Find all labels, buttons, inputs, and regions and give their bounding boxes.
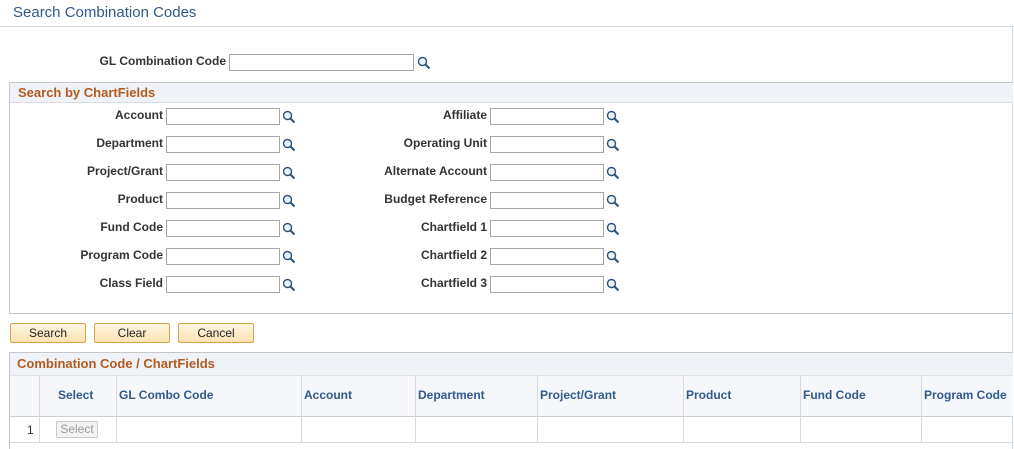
department-lookup-icon[interactable] (282, 138, 296, 152)
chartfield-1-lookup-icon[interactable] (606, 222, 620, 236)
col-divider (921, 375, 922, 443)
operating-unit-lookup-icon[interactable] (606, 138, 620, 152)
col-divider (683, 375, 684, 443)
fund-code-input[interactable] (166, 220, 280, 237)
department-input[interactable] (166, 136, 280, 153)
col-header-program-code[interactable]: Program Code (924, 388, 1007, 402)
field-label-operating-unit: Operating Unit (403, 136, 487, 150)
alternate-account-input[interactable] (490, 164, 604, 181)
gl-combo-label: GL Combination Code (99, 54, 226, 68)
account-lookup-icon[interactable] (282, 110, 296, 124)
field-label-affiliate: Affiliate (442, 108, 487, 122)
col-header-fund-code[interactable]: Fund Code (803, 388, 866, 402)
title-divider (0, 26, 1014, 27)
field-label-chartfield-1: Chartfield 1 (420, 220, 487, 234)
col-divider (415, 375, 416, 443)
alternate-account-lookup-icon[interactable] (606, 166, 620, 180)
row-select-button[interactable]: Select (56, 421, 98, 438)
gl-combo-lookup-icon[interactable] (417, 56, 431, 70)
row-divider (10, 442, 1013, 443)
affiliate-input[interactable] (490, 108, 604, 125)
field-label-chartfield-3: Chartfield 3 (420, 276, 487, 290)
chartfield-2-lookup-icon[interactable] (606, 250, 620, 264)
affiliate-lookup-icon[interactable] (606, 110, 620, 124)
col-header-product[interactable]: Product (686, 388, 731, 402)
cancel-button[interactable]: Cancel (178, 323, 254, 343)
class-field-lookup-icon[interactable] (282, 278, 296, 292)
program-code-input[interactable] (166, 248, 280, 265)
page-title: Search Combination Codes (13, 4, 197, 21)
col-divider (537, 375, 538, 443)
row-number: 1 (27, 423, 34, 437)
col-header-account[interactable]: Account (304, 388, 352, 402)
class-field-input[interactable] (166, 276, 280, 293)
account-input[interactable] (166, 108, 280, 125)
col-divider (116, 375, 117, 443)
chartfield-section-title: Search by ChartFields (18, 85, 156, 100)
search-button[interactable]: Search (10, 323, 86, 343)
field-label-fund-code: Fund Code (100, 220, 163, 234)
budget-reference-input[interactable] (490, 192, 604, 209)
field-label-chartfield-2: Chartfield 2 (420, 248, 487, 262)
gl-combo-input[interactable] (229, 54, 414, 71)
field-label-budget-reference: Budget Reference (384, 192, 487, 206)
product-input[interactable] (166, 192, 280, 209)
field-label-department: Department (96, 136, 163, 150)
col-header-department[interactable]: Department (418, 388, 485, 402)
col-divider (800, 375, 801, 443)
col-divider (39, 375, 40, 443)
chartfield-3-input[interactable] (490, 276, 604, 293)
chartfield-1-input[interactable] (490, 220, 604, 237)
field-label-alternate-account: Alternate Account (384, 164, 487, 178)
fund-code-lookup-icon[interactable] (282, 222, 296, 236)
col-header-project-grant[interactable]: Project/Grant (540, 388, 616, 402)
col-header-select[interactable]: Select (58, 388, 93, 402)
project-grant-input[interactable] (166, 164, 280, 181)
col-header-gl-combo-code[interactable]: GL Combo Code (119, 388, 213, 402)
field-label-class-field: Class Field (99, 276, 163, 290)
chartfield-section-header (10, 83, 1013, 103)
project-grant-lookup-icon[interactable] (282, 166, 296, 180)
col-divider (301, 375, 302, 443)
operating-unit-input[interactable] (490, 136, 604, 153)
chartfield-3-lookup-icon[interactable] (606, 278, 620, 292)
program-code-lookup-icon[interactable] (282, 250, 296, 264)
budget-reference-lookup-icon[interactable] (606, 194, 620, 208)
chartfield-2-input[interactable] (490, 248, 604, 265)
product-lookup-icon[interactable] (282, 194, 296, 208)
results-grid-title: Combination Code / ChartFields (17, 356, 215, 371)
field-label-program-code: Program Code (80, 248, 163, 262)
clear-button[interactable]: Clear (94, 323, 170, 343)
field-label-project-grant: Project/Grant (86, 164, 163, 178)
field-label-account: Account (115, 108, 163, 122)
field-label-product: Product (117, 192, 163, 206)
